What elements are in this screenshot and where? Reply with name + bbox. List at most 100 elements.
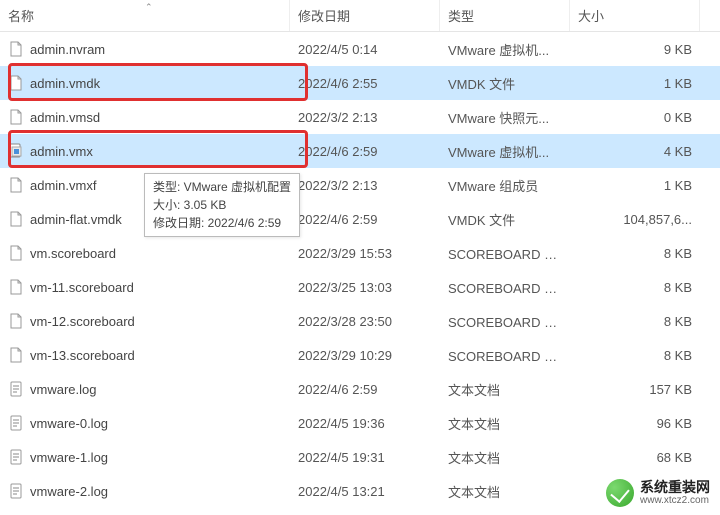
- file-list: admin.nvram 2022/4/5 0:14 VMware 虚拟机... 9 K…: [0, 32, 720, 508]
- column-header-name[interactable]: 名称 ⌃: [0, 0, 290, 31]
- file-icon: [8, 313, 24, 329]
- file-name-label: admin.vmx: [30, 144, 93, 159]
- file-size-cell: 8 KB: [570, 280, 700, 295]
- watermark-title: 系统重装网: [640, 480, 710, 495]
- file-size-cell: 157 KB: [570, 382, 700, 397]
- file-type-cell: SCOREBOARD 文...: [440, 346, 570, 365]
- file-date-cell: 2022/4/5 13:21: [290, 484, 440, 499]
- file-name-label: admin.vmsd: [30, 110, 100, 125]
- tooltip-type: 类型: VMware 虚拟机配置: [153, 178, 291, 196]
- file-name-label: vm-12.scoreboard: [30, 314, 135, 329]
- file-name-label: vm.scoreboard: [30, 246, 116, 261]
- file-row[interactable]: vm-11.scoreboard2022/3/25 13:03SCOREBOAR…: [0, 270, 720, 304]
- file-date-cell: 2022/4/6 2:59: [290, 144, 440, 159]
- file-date-cell: 2022/4/5 19:36: [290, 416, 440, 431]
- file-row[interactable]: vmware-1.log 2022/4/5 19:31文本文档68 KB: [0, 440, 720, 474]
- file-date-cell: 2022/4/6 2:55: [290, 76, 440, 91]
- file-name-cell: vm-12.scoreboard: [0, 313, 290, 329]
- column-header-type[interactable]: 类型: [440, 0, 570, 31]
- file-name-cell: vmware-1.log: [0, 449, 290, 465]
- file-size-cell: 8 KB: [570, 348, 700, 363]
- file-name-cell: admin.vmx: [0, 143, 290, 159]
- file-size-cell: 8 KB: [570, 314, 700, 329]
- file-date-cell: 2022/4/6 2:59: [290, 212, 440, 227]
- file-row[interactable]: vm.scoreboard 2022/3/29 15:53SCOREBOARD 文…: [0, 236, 720, 270]
- file-row[interactable]: vm-13.scoreboard 2022/3/29 10:29SCOREBOAR…: [0, 338, 720, 372]
- file-icon: [8, 75, 24, 91]
- file-name-cell: vmware-0.log: [0, 415, 290, 431]
- file-type-cell: VMware 快照元...: [440, 108, 570, 127]
- file-size-cell: 1 KB: [570, 178, 700, 193]
- file-name-label: vmware-0.log: [30, 416, 108, 431]
- column-label: 修改日期: [298, 6, 350, 25]
- file-type-cell: VMDK 文件: [440, 74, 570, 93]
- file-row[interactable]: admin.vmsd 2022/3/2 2:13VMware 快照元...0 KB: [0, 100, 720, 134]
- watermark: 系统重装网 www.xtcz2.com: [602, 477, 714, 509]
- file-name-label: vm-11.scoreboard: [30, 280, 134, 295]
- file-date-cell: 2022/3/2 2:13: [290, 178, 440, 193]
- file-row[interactable]: admin.vmxf 2022/3/2 2:13VMware 组成员1 KB: [0, 168, 720, 202]
- file-date-cell: 2022/3/29 10:29: [290, 348, 440, 363]
- file-size-cell: 104,857,6...: [570, 212, 700, 227]
- file-date-cell: 2022/3/29 15:53: [290, 246, 440, 261]
- file-size-cell: 68 KB: [570, 450, 700, 465]
- file-name-label: admin.nvram: [30, 42, 105, 57]
- file-date-cell: 2022/4/5 19:31: [290, 450, 440, 465]
- column-header-date[interactable]: 修改日期: [290, 0, 440, 31]
- file-date-cell: 2022/3/28 23:50: [290, 314, 440, 329]
- file-icon: [8, 347, 24, 363]
- file-row[interactable]: admin.vmx 2022/4/6 2:59VMware 虚拟机...4 KB: [0, 134, 720, 168]
- file-icon: [8, 109, 24, 125]
- file-type-cell: VMware 虚拟机...: [440, 142, 570, 161]
- file-type-cell: 文本文档: [440, 448, 570, 467]
- file-tooltip: 类型: VMware 虚拟机配置 大小: 3.05 KB 修改日期: 2022/…: [144, 173, 300, 237]
- file-type-cell: SCOREBOARD 文...: [440, 278, 570, 297]
- file-date-cell: 2022/3/2 2:13: [290, 110, 440, 125]
- file-row[interactable]: vmware.log2022/4/6 2:59文本文档157 KB: [0, 372, 720, 406]
- file-type-cell: SCOREBOARD 文...: [440, 244, 570, 263]
- file-name-cell: vm-11.scoreboard: [0, 279, 290, 295]
- file-size-cell: 0 KB: [570, 110, 700, 125]
- file-name-label: admin.vmxf: [30, 178, 96, 193]
- column-label: 名称: [8, 6, 34, 25]
- file-name-cell: vmware.log: [0, 381, 290, 397]
- file-date-cell: 2022/4/6 2:59: [290, 382, 440, 397]
- file-icon: [8, 41, 24, 57]
- file-icon: [8, 415, 24, 431]
- watermark-text: 系统重装网 www.xtcz2.com: [640, 480, 710, 506]
- file-row[interactable]: vmware-0.log 2022/4/5 19:36文本文档96 KB: [0, 406, 720, 440]
- tooltip-date: 修改日期: 2022/4/6 2:59: [153, 214, 291, 232]
- file-row[interactable]: admin.nvram2022/4/5 0:14VMware 虚拟机...9 K…: [0, 32, 720, 66]
- column-header-size[interactable]: 大小: [570, 0, 700, 31]
- file-name-cell: vm.scoreboard: [0, 245, 290, 261]
- file-type-cell: VMware 组成员: [440, 176, 570, 195]
- file-type-cell: 文本文档: [440, 414, 570, 433]
- file-row[interactable]: admin-flat.vmdk2022/4/6 2:59VMDK 文件104,8…: [0, 202, 720, 236]
- file-icon: [8, 245, 24, 261]
- file-date-cell: 2022/4/5 0:14: [290, 42, 440, 57]
- file-icon: [8, 177, 24, 193]
- file-row[interactable]: vm-12.scoreboard 2022/3/28 23:50SCOREBOAR…: [0, 304, 720, 338]
- file-size-cell: 9 KB: [570, 42, 700, 57]
- file-size-cell: 96 KB: [570, 416, 700, 431]
- file-icon: [8, 449, 24, 465]
- file-name-label: vmware-1.log: [30, 450, 108, 465]
- file-name-label: vmware-2.log: [30, 484, 108, 499]
- watermark-sub: www.xtcz2.com: [640, 495, 710, 506]
- column-label: 大小: [578, 6, 604, 25]
- tooltip-size: 大小: 3.05 KB: [153, 196, 291, 214]
- file-name-label: vm-13.scoreboard: [30, 348, 135, 363]
- file-type-cell: SCOREBOARD 文...: [440, 312, 570, 331]
- file-icon: [8, 279, 24, 295]
- file-size-cell: 4 KB: [570, 144, 700, 159]
- file-name-label: admin.vmdk: [30, 76, 100, 91]
- file-icon: [8, 211, 24, 227]
- file-name-label: admin-flat.vmdk: [30, 212, 122, 227]
- file-type-cell: 文本文档: [440, 380, 570, 399]
- file-row[interactable]: admin.vmdk2022/4/6 2:55VMDK 文件1 KB: [0, 66, 720, 100]
- file-icon: [8, 483, 24, 499]
- column-label: 类型: [448, 6, 474, 25]
- file-name-cell: vmware-2.log: [0, 483, 290, 499]
- column-header-row: 名称 ⌃ 修改日期 类型 大小: [0, 0, 720, 32]
- file-name-cell: vm-13.scoreboard: [0, 347, 290, 363]
